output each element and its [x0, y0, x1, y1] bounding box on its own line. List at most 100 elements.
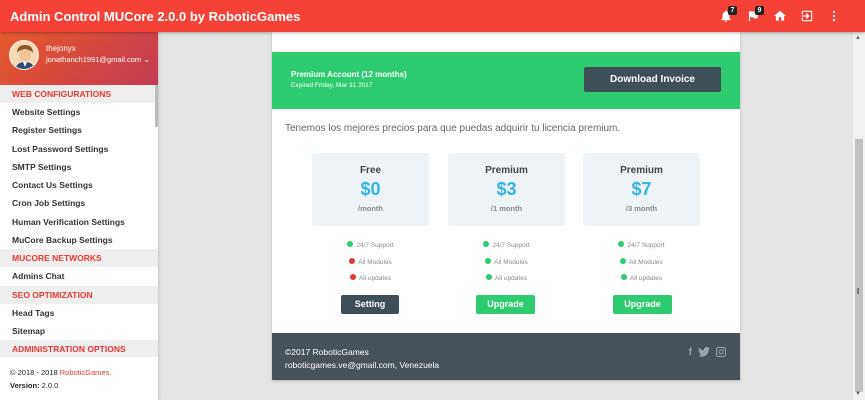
flag-badge: 9	[755, 6, 764, 15]
app-bar-actions: 7 9	[712, 0, 865, 32]
download-invoice-button[interactable]: Download Invoice	[584, 67, 721, 92]
card-footer: ©2017 RoboticGames roboticgames.ve@gmail…	[272, 333, 740, 380]
home-button[interactable]	[766, 0, 793, 32]
notifications-button[interactable]: 7	[712, 0, 739, 32]
notifications-badge: 7	[728, 6, 737, 15]
check-icon	[618, 241, 625, 248]
check-icon	[620, 274, 627, 281]
app-bar: Admin Control MUCore 2.0.0 by RoboticGam…	[0, 0, 865, 32]
plan-name: Free	[359, 165, 382, 176]
sidebar-item-sitemap[interactable]: Sitemap	[0, 322, 158, 340]
plan-period: /1 month	[490, 204, 523, 213]
plan-name: Premium	[620, 165, 663, 176]
scrollbar-grip-icon	[857, 288, 859, 294]
plan-period: /3 month	[625, 204, 658, 213]
section-header-web-configurations: WEB CONFIGURATIONS	[0, 85, 158, 103]
more-button[interactable]	[820, 0, 847, 32]
logout-button[interactable]	[793, 0, 820, 32]
app-title: Admin Control MUCore 2.0.0 by RoboticGam…	[10, 8, 301, 24]
sidebar-item-lost-password-settings[interactable]: Lost Password Settings	[0, 140, 158, 158]
premium-status-banner: Premium Account (12 months) Expired Frid…	[272, 52, 740, 109]
sidebar-item-cron-job-settings[interactable]: Cron Job Settings	[0, 194, 158, 212]
feature-item: 24/7 Support	[583, 238, 700, 255]
instagram-icon[interactable]	[716, 347, 726, 360]
feature-item: 24/7 Support	[312, 238, 429, 255]
setting-button[interactable]: Setting	[341, 295, 399, 314]
plan-price: $3	[496, 179, 517, 199]
check-icon	[485, 257, 492, 264]
logout-icon	[801, 10, 812, 22]
plan-price: $0	[360, 179, 381, 199]
feature-item: All updates	[448, 271, 565, 288]
section-header-seo-optimization: SEO OPTIMIZATION	[0, 285, 158, 304]
sidebar-item-website-settings[interactable]: Website Settings	[0, 103, 158, 121]
check-icon	[483, 241, 490, 248]
sidebar-menu: WEB CONFIGURATIONS Website Settings Regi…	[0, 85, 158, 357]
sidebar-item-contact-us-settings[interactable]: Contact Us Settings	[0, 176, 158, 194]
feature-item: All Modules	[312, 255, 429, 272]
feature-item: All updates	[583, 271, 700, 288]
feature-item: 24/7 Support	[448, 238, 565, 255]
user-info: thejonyx jonathanch1991@gmail.com ⌄	[0, 32, 158, 85]
feature-label: All updates	[494, 275, 528, 282]
premium-title: Premium Account (12 months)	[291, 70, 407, 79]
plan-features-premium-1-month: 24/7 Support All Modules All updates	[448, 238, 565, 288]
sidebar: thejonyx jonathanch1991@gmail.com ⌄ WEB …	[0, 32, 158, 400]
feature-label: All updates	[629, 275, 663, 282]
feature-label: 24/7 Support	[356, 242, 394, 249]
plan-features-free: 24/7 Support All Modules All updates	[312, 238, 429, 288]
plan-card-premium-3-month: Premium $7 /3 month	[583, 153, 700, 226]
feature-item: All Modules	[583, 255, 700, 272]
more-vert-icon	[832, 10, 835, 22]
check-icon	[485, 274, 492, 281]
pricing-intro: Tenemos los mejores precios para que pue…	[285, 123, 621, 134]
chevron-down-icon[interactable]: ⌄	[143, 55, 150, 64]
scroll-up-arrow-icon[interactable]: ▲	[855, 35, 861, 41]
avatar	[9, 40, 39, 70]
feature-label: All updates	[358, 275, 392, 282]
sidebar-scrollbar[interactable]	[155, 85, 158, 127]
premium-expiry: Expired Friday, Mar 31 2017	[291, 82, 373, 89]
sidebar-item-smtp-settings[interactable]: SMTP Settings	[0, 158, 158, 176]
footer-copyright: ©2017 RoboticGames	[285, 347, 369, 357]
section-header-administration-options: ADMINISTRATION OPTIONS	[0, 340, 158, 357]
feature-item: All Modules	[448, 255, 565, 272]
plan-period: /month	[358, 204, 383, 213]
feature-label: 24/7 Support	[492, 242, 530, 249]
brand-link[interactable]: RoboticGames.	[60, 368, 112, 377]
upgrade-button-1-month[interactable]: Upgrade	[476, 295, 535, 314]
license-card: Premium Account (12 months) Expired Frid…	[272, 32, 740, 380]
scroll-down-arrow-icon[interactable]: ▼	[855, 391, 861, 397]
flag-button[interactable]: 9	[739, 0, 766, 32]
check-icon	[347, 241, 354, 248]
sidebar-legal: © 2018 - 2018 RoboticGames. Version: 2.0…	[10, 366, 111, 392]
cross-icon	[349, 257, 356, 264]
home-icon	[773, 10, 786, 21]
feature-label: All Modules	[629, 258, 663, 266]
version-value: 2.0.0	[39, 381, 59, 390]
upgrade-button-3-month[interactable]: Upgrade	[613, 295, 672, 314]
plan-price: $7	[631, 179, 652, 199]
sidebar-item-mucore-backup-settings[interactable]: MuCore Backup Settings	[0, 231, 158, 249]
feature-label: 24/7 Support	[627, 242, 665, 249]
sidebar-item-head-tags[interactable]: Head Tags	[0, 304, 158, 322]
twitter-icon[interactable]	[698, 347, 710, 360]
user-name: thejonyx	[46, 44, 76, 53]
check-icon	[620, 257, 627, 264]
social-links: f	[689, 347, 726, 360]
user-email: jonathanch1991@gmail.com	[46, 55, 142, 64]
plan-card-premium-1-month: Premium $3 /1 month	[448, 153, 565, 226]
feature-label: All Modules	[358, 258, 392, 266]
scrollbar-thumb[interactable]	[855, 139, 863, 392]
sidebar-item-admins-chat[interactable]: Admins Chat	[0, 267, 158, 285]
sidebar-item-register-settings[interactable]: Register Settings	[0, 121, 158, 139]
plan-card-free: Free $0 /month	[312, 153, 429, 226]
sidebar-item-human-verification-settings[interactable]: Human Verification Settings	[0, 213, 158, 231]
cross-icon	[349, 274, 356, 281]
plan-name: Premium	[485, 165, 528, 176]
copyright-text: © 2018 - 2018	[10, 368, 60, 377]
feature-label: All Modules	[494, 258, 528, 266]
section-header-mucore-networks: MUCORE NETWORKS	[0, 249, 158, 268]
facebook-icon[interactable]: f	[689, 347, 692, 360]
page-scrollbar[interactable]: ▲ ▼	[853, 32, 865, 400]
